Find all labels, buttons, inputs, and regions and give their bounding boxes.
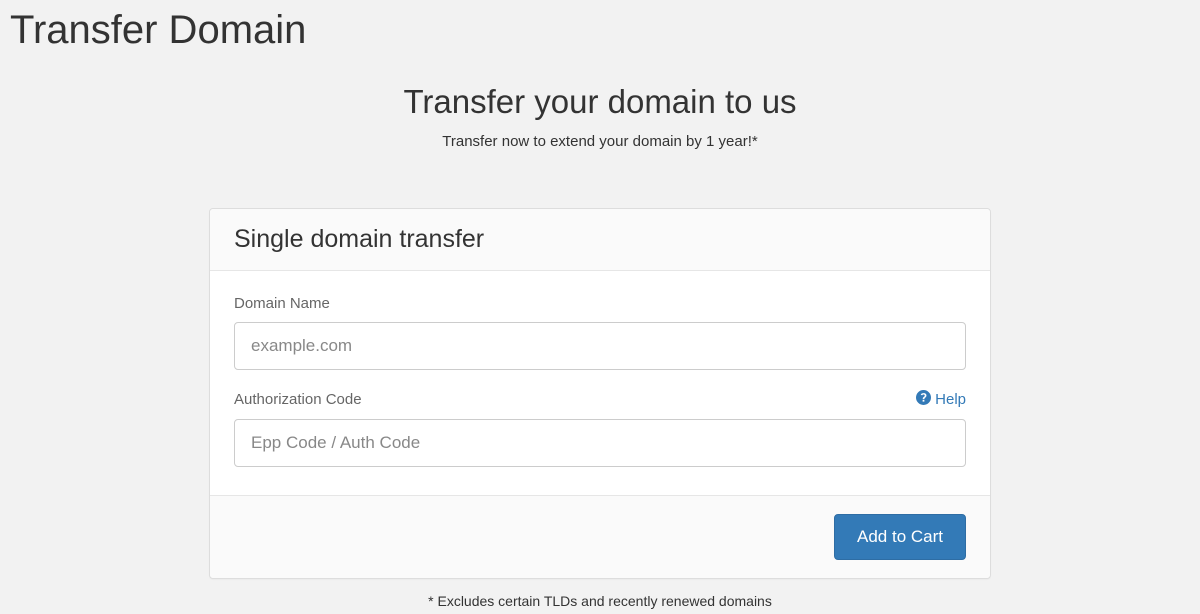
hero-subtitle: Transfer now to extend your domain by 1 … [0,133,1200,150]
domain-name-label: Domain Name [234,295,330,312]
hero-title: Transfer your domain to us [0,83,1200,121]
footnote: * Excludes certain TLDs and recently ren… [0,593,1200,609]
domain-name-input[interactable] [234,322,966,370]
auth-code-input[interactable] [234,419,966,467]
transfer-card: Single domain transfer Domain Name Autho… [209,208,991,579]
auth-code-group: Authorization Code Help [234,390,966,467]
help-link-label: Help [935,391,966,408]
page-title: Transfer Domain [0,0,1200,55]
card-header: Single domain transfer [210,209,990,271]
card-body: Domain Name Authorization Code Help [210,271,990,495]
auth-code-label: Authorization Code [234,391,362,408]
question-circle-icon [916,390,935,409]
domain-name-group: Domain Name [234,295,966,370]
help-link[interactable]: Help [916,390,966,409]
add-to-cart-button[interactable]: Add to Cart [834,514,966,560]
card-footer: Add to Cart [210,495,990,578]
